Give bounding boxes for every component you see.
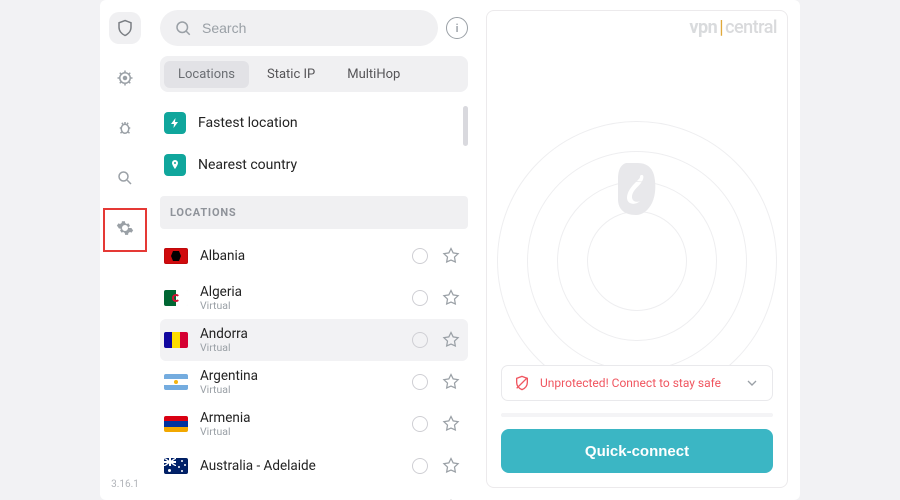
location-text: ArmeniaVirtual: [200, 411, 400, 437]
search-box[interactable]: [160, 10, 438, 46]
select-radio[interactable]: [412, 374, 428, 390]
location-row[interactable]: Australia - Adelaide: [160, 445, 468, 487]
location-text: ArgentinaVirtual: [200, 369, 400, 395]
connection-panel: vpn|central Unprotected! Connect to stay…: [478, 0, 800, 500]
location-row[interactable]: ArgentinaVirtual: [160, 361, 468, 403]
search-input[interactable]: [202, 20, 424, 36]
quick-nearest-label: Nearest country: [198, 157, 297, 173]
alert-icon: [116, 69, 134, 87]
virtual-label: Virtual: [200, 384, 400, 396]
location-row[interactable]: AndorraVirtual: [160, 319, 468, 361]
favorite-star[interactable]: [440, 287, 462, 309]
favorite-star[interactable]: [440, 413, 462, 435]
quick-connect-button[interactable]: Quick-connect: [501, 429, 773, 473]
version-label: 3.16.1: [111, 479, 139, 490]
sidebar-item-alert[interactable]: [109, 62, 141, 94]
location-name: Armenia: [200, 411, 400, 426]
flag-icon: [164, 458, 188, 474]
select-radio[interactable]: [412, 290, 428, 306]
gear-icon: [116, 219, 134, 237]
bug-icon: [116, 119, 134, 137]
select-radio[interactable]: [412, 416, 428, 432]
location-name: Algeria: [200, 285, 400, 300]
flag-icon: [164, 290, 188, 306]
bottom-stack: Unprotected! Connect to stay safe Quick-…: [501, 365, 773, 473]
location-name: Australia - Adelaide: [200, 459, 400, 474]
pin-icon: [164, 154, 186, 176]
location-row[interactable]: AlgeriaVirtual: [160, 277, 468, 319]
location-row[interactable]: Albania: [160, 235, 468, 277]
flag-icon: [164, 416, 188, 432]
locations-scroll: Fastest location Nearest country LOCATIO…: [160, 106, 468, 500]
locations-header: LOCATIONS: [160, 196, 468, 229]
sidebar-item-antivirus[interactable]: [109, 112, 141, 144]
shield-off-icon: [514, 375, 530, 391]
magnifier-icon: [116, 169, 134, 187]
favorite-star[interactable]: [440, 371, 462, 393]
location-name: Andorra: [200, 327, 400, 342]
surfshark-logo-icon: [614, 161, 660, 217]
quick-nearest[interactable]: Nearest country: [160, 148, 468, 190]
select-radio[interactable]: [412, 458, 428, 474]
location-text: AndorraVirtual: [200, 327, 400, 353]
favorite-star[interactable]: [440, 245, 462, 267]
tab-static-ip[interactable]: Static IP: [253, 61, 329, 88]
sidebar-item-vpn[interactable]: [109, 12, 141, 44]
sidebar: 3.16.1: [100, 0, 150, 500]
bolt-icon: [164, 112, 186, 134]
location-name: Albania: [200, 249, 400, 264]
tab-bar: Locations Static IP MultiHop: [160, 56, 468, 92]
flag-icon: [164, 248, 188, 264]
flag-icon: [164, 332, 188, 348]
select-radio[interactable]: [412, 248, 428, 264]
search-row: i: [160, 10, 468, 46]
scrollbar-thumb[interactable]: [463, 106, 468, 146]
watermark: vpn|central: [689, 17, 777, 38]
chevron-down-icon: [744, 375, 760, 391]
quick-fastest[interactable]: Fastest location: [160, 106, 468, 148]
location-text: Albania: [200, 249, 400, 264]
tab-locations[interactable]: Locations: [164, 61, 249, 88]
locations-panel: i Locations Static IP MultiHop Fastest l…: [150, 0, 478, 500]
status-warning[interactable]: Unprotected! Connect to stay safe: [501, 365, 773, 401]
location-name: Argentina: [200, 369, 400, 384]
virtual-label: Virtual: [200, 426, 400, 438]
info-icon: i: [456, 22, 459, 35]
tab-multihop[interactable]: MultiHop: [333, 61, 414, 88]
app-window: 3.16.1 i Locations Static IP MultiHop F: [100, 0, 800, 500]
info-button[interactable]: i: [446, 17, 468, 39]
progress-line: [501, 413, 773, 417]
sidebar-item-search[interactable]: [109, 162, 141, 194]
status-warning-text: Unprotected! Connect to stay safe: [540, 376, 721, 390]
shield-icon: [116, 19, 134, 37]
flag-icon: [164, 374, 188, 390]
virtual-label: Virtual: [200, 300, 400, 312]
quick-fastest-label: Fastest location: [198, 115, 298, 131]
favorite-star[interactable]: [440, 329, 462, 351]
location-row[interactable]: Australia - Sydney: [160, 487, 468, 500]
search-icon: [174, 19, 192, 37]
select-radio[interactable]: [412, 332, 428, 348]
virtual-label: Virtual: [200, 342, 400, 354]
sidebar-item-settings[interactable]: [109, 212, 141, 244]
connection-canvas: vpn|central Unprotected! Connect to stay…: [486, 10, 788, 488]
location-text: AlgeriaVirtual: [200, 285, 400, 311]
favorite-star[interactable]: [440, 455, 462, 477]
location-text: Australia - Adelaide: [200, 459, 400, 474]
location-row[interactable]: ArmeniaVirtual: [160, 403, 468, 445]
locations-list: AlbaniaAlgeriaVirtualAndorraVirtualArgen…: [160, 235, 468, 500]
